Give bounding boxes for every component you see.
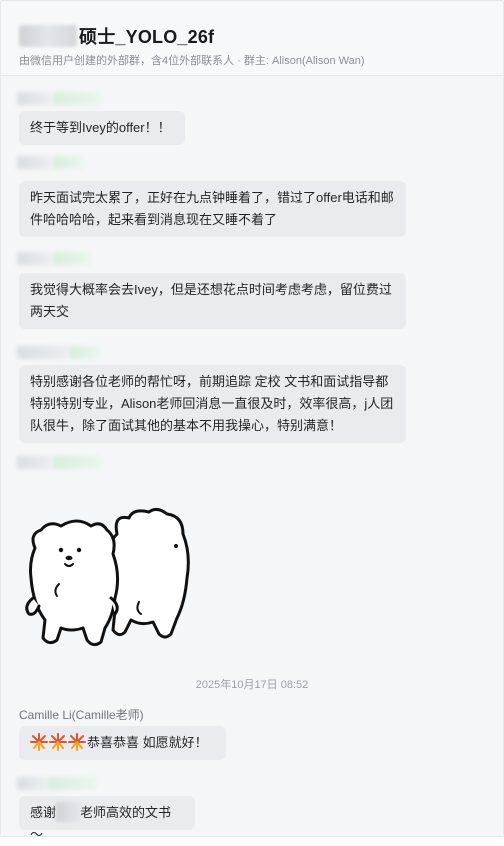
message-bubble[interactable]: 昨天面试完太累了，正好在九点钟睡着了，错过了offer电话和邮件哈哈哈哈，起来看… bbox=[19, 181, 406, 237]
sender-name-redacted bbox=[17, 456, 101, 470]
chat-window: 硕士_YOLO_26f 由微信用户创建的外部群，含4位外部联系人 · 群主: A… bbox=[0, 0, 504, 842]
message-text: 我觉得大概率会去Ivey，但是还想花点时间考虑考虑，留位费过两天交 bbox=[30, 282, 392, 319]
message-bubble[interactable]: 感谢 老师高效的文书～ bbox=[19, 796, 195, 842]
message-bubble[interactable]: 恭喜恭喜 如愿就好！ bbox=[19, 726, 226, 760]
firework-icon bbox=[30, 733, 48, 751]
bear-sticker[interactable] bbox=[21, 506, 201, 651]
message-text: 恭喜恭喜 如愿就好！ bbox=[87, 735, 208, 750]
chat-header: 硕士_YOLO_26f 由微信用户创建的外部群，含4位外部联系人 · 群主: A… bbox=[1, 1, 503, 76]
message-bubble[interactable]: 我觉得大概率会去Ivey，但是还想花点时间考虑考虑，留位费过两天交 bbox=[19, 273, 406, 329]
message-timestamp: 2025年10月17日 08:52 bbox=[195, 679, 309, 691]
redacted-name bbox=[56, 802, 81, 822]
firework-icon bbox=[68, 733, 86, 751]
message-text: 昨天面试完太累了，正好在九点钟睡着了，错过了offer电话和邮件哈哈哈哈，起来看… bbox=[30, 190, 394, 227]
message-text-prefix: 感谢 bbox=[30, 805, 57, 820]
sender-name[interactable]: Camille Li(Camille老师) bbox=[19, 706, 144, 723]
title-row: 硕士_YOLO_26f bbox=[19, 23, 214, 49]
message-bubble[interactable]: 终于等到Ivey的offer！！ bbox=[19, 111, 185, 145]
sender-name-redacted bbox=[17, 346, 99, 360]
message-text: 终于等到Ivey的offer！！ bbox=[30, 120, 171, 135]
message-bubble[interactable]: 特别感谢各位老师的帮忙呀，前期追踪 定校 文书和面试指导都特别特别专业，Alis… bbox=[19, 365, 406, 443]
firework-icon bbox=[49, 733, 67, 751]
sender-name-redacted bbox=[17, 92, 101, 106]
sender-name-redacted bbox=[17, 252, 91, 266]
message-list[interactable]: 终于等到Ivey的offer！！ 昨天面试完太累了，正好在九点钟睡着了，错过了o… bbox=[1, 76, 503, 842]
group-title[interactable]: 硕士_YOLO_26f bbox=[79, 23, 214, 49]
sender-name-redacted bbox=[17, 156, 83, 170]
redacted-title-prefix bbox=[19, 25, 77, 47]
message-text: 特别感谢各位老师的帮忙呀，前期追踪 定校 文书和面试指导都特别特别专业，Alis… bbox=[30, 374, 394, 433]
sender-name-redacted bbox=[17, 777, 97, 791]
group-subtitle: 由微信用户创建的外部群，含4位外部联系人 · 群主: Alison(Alison… bbox=[19, 55, 365, 67]
